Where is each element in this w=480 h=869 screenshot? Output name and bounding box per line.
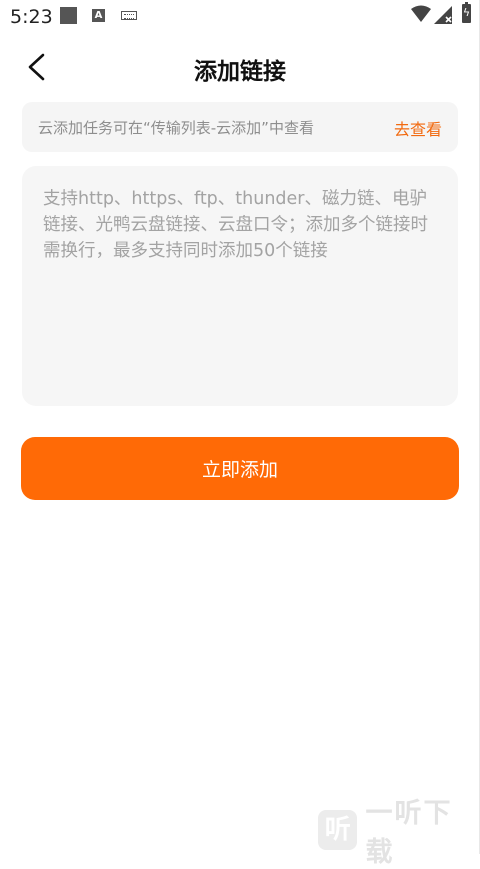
page-title: 添加链接 <box>194 59 286 85</box>
notice-banner: 云添加任务可在“传输列表-云添加”中查看 去查看 <box>22 102 458 152</box>
signal-icon <box>434 6 452 24</box>
link-input-box <box>22 166 458 406</box>
a-notification-icon: A <box>92 9 105 22</box>
header: 添加链接 <box>0 42 480 92</box>
keyboard-icon <box>121 11 137 20</box>
watermark: 听 一听下载 <box>318 798 480 868</box>
view-link[interactable]: 去查看 <box>394 116 442 140</box>
link-input[interactable] <box>22 166 458 406</box>
status-bar: 5:23 A ϟ <box>0 0 480 32</box>
add-now-button[interactable]: 立即添加 <box>21 437 459 500</box>
watermark-logo: 听 <box>318 810 358 850</box>
notice-text: 云添加任务可在“传输列表-云添加”中查看 <box>38 119 314 137</box>
battery-charging-icon: ϟ <box>462 2 471 23</box>
status-time: 5:23 <box>10 6 53 28</box>
wifi-icon <box>411 5 431 22</box>
square-notification-icon <box>60 7 77 24</box>
watermark-text: 一听下载 <box>365 798 453 868</box>
